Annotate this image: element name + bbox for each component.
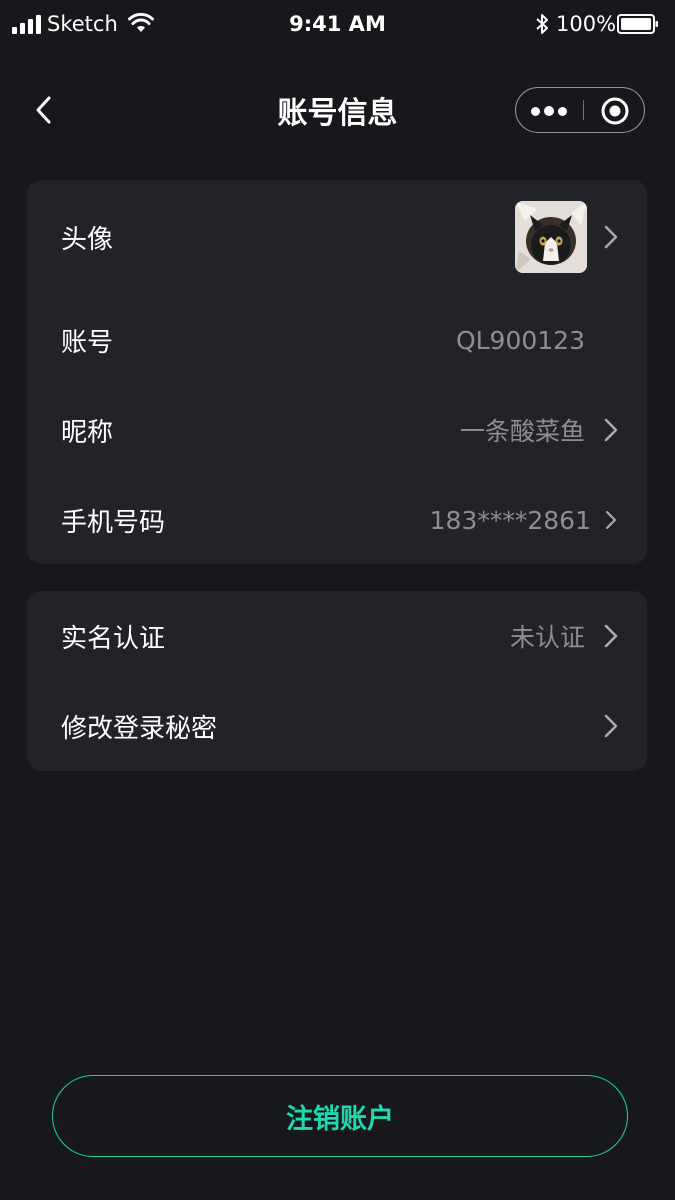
battery-percent: 100% bbox=[556, 12, 617, 36]
row-label: 昵称 bbox=[61, 417, 114, 448]
row-label: 账号 bbox=[61, 327, 114, 358]
account-id: QL900123 bbox=[455, 325, 585, 355]
chevron-right-icon bbox=[604, 225, 618, 249]
cancel-account-button[interactable]: 注销账户 bbox=[52, 1075, 628, 1157]
avatar-row[interactable]: 头像 bbox=[27, 192, 647, 282]
phone-value: 183****2861 bbox=[429, 505, 591, 535]
account-row: 账号 QL900123 bbox=[27, 295, 647, 385]
row-label: 头像 bbox=[61, 224, 114, 255]
chevron-right-icon bbox=[604, 714, 618, 738]
bluetooth-icon bbox=[536, 14, 548, 34]
phone-row[interactable]: 手机号码 183****2861 bbox=[27, 475, 647, 565]
avatar bbox=[515, 201, 587, 273]
more-dots-icon[interactable] bbox=[516, 88, 582, 134]
nickname-row[interactable]: 昵称 一条酸菜鱼 bbox=[27, 385, 647, 475]
capsule-divider bbox=[583, 100, 584, 120]
status-bar: Sketch 9:41 AM 100% bbox=[0, 0, 675, 52]
row-label: 实名认证 bbox=[61, 623, 166, 654]
change-password-row[interactable]: 修改登录秘密 bbox=[27, 681, 647, 771]
mini-program-capsule bbox=[515, 87, 645, 133]
realname-verify-row[interactable]: 实名认证 未认证 bbox=[27, 591, 647, 681]
security-card: 实名认证 未认证 修改登录秘密 bbox=[27, 591, 647, 771]
profile-card: 头像 账号 QL900123 昵称 一条酸菜鱼 手机号码 183****2861 bbox=[27, 180, 647, 564]
nickname-value: 一条酸菜鱼 bbox=[459, 417, 585, 446]
chevron-right-icon bbox=[604, 624, 618, 648]
verify-status: 未认证 bbox=[509, 623, 585, 652]
target-close-icon[interactable] bbox=[600, 96, 630, 126]
row-label: 修改登录秘密 bbox=[61, 713, 218, 744]
chevron-right-icon bbox=[605, 510, 617, 530]
battery-icon bbox=[617, 14, 658, 34]
row-label: 手机号码 bbox=[61, 507, 166, 538]
chevron-right-icon bbox=[604, 418, 618, 442]
